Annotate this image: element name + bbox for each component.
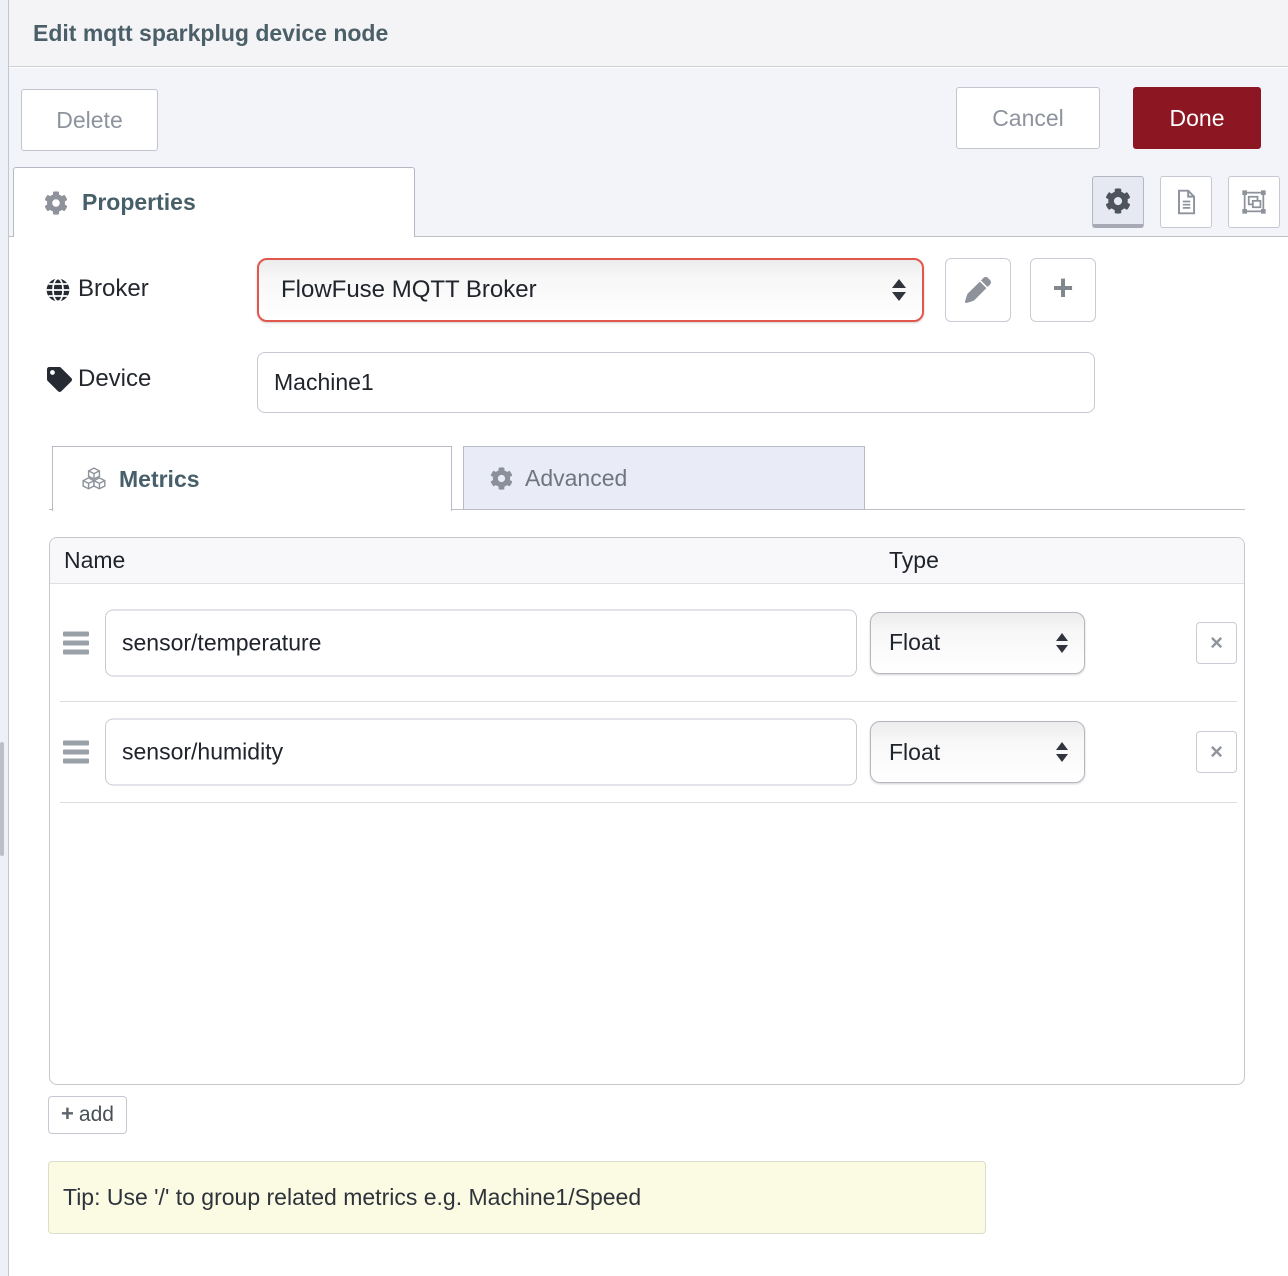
scrollbar-thumb[interactable] xyxy=(0,742,4,856)
tag-icon xyxy=(47,367,72,392)
chevron-updown-icon xyxy=(892,279,906,301)
add-metric-label: add xyxy=(79,1103,114,1127)
metrics-list-header: Name Type xyxy=(50,538,1244,584)
tab-metrics-label: Metrics xyxy=(119,466,200,493)
appearance-view-button[interactable] xyxy=(1228,176,1280,228)
delete-button[interactable]: Delete xyxy=(21,89,158,151)
dialog-body: Broker FlowFuse MQTT Broker + Device xyxy=(9,237,1288,1276)
broker-select-value: FlowFuse MQTT Broker xyxy=(281,276,892,304)
close-icon: × xyxy=(1210,739,1223,765)
description-view-button[interactable] xyxy=(1160,176,1212,228)
device-label: Device xyxy=(78,365,151,393)
broker-select[interactable]: FlowFuse MQTT Broker xyxy=(257,258,924,322)
tab-metrics[interactable]: Metrics xyxy=(52,446,452,511)
metric-type-value: Float xyxy=(889,739,1056,766)
done-button[interactable]: Done xyxy=(1133,87,1261,149)
close-icon: × xyxy=(1210,630,1223,656)
dialog-header: Edit mqtt sparkplug device node xyxy=(9,0,1288,67)
tab-advanced[interactable]: Advanced xyxy=(463,446,865,510)
tip-text: Tip: Use '/' to group related metrics e.… xyxy=(63,1184,641,1211)
metric-type-select[interactable]: Float xyxy=(870,612,1085,674)
tab-advanced-label: Advanced xyxy=(525,465,627,492)
metric-row: Float × xyxy=(60,584,1237,702)
metric-row: Float × xyxy=(60,702,1237,803)
gear-icon xyxy=(1105,188,1131,214)
column-header-type: Type xyxy=(889,538,939,582)
metrics-list: Name Type Float × Float × xyxy=(49,537,1245,1085)
remove-metric-button[interactable]: × xyxy=(1196,731,1237,773)
metrics-tabbar: Metrics Advanced xyxy=(49,446,1245,510)
metrics-rows: Float × Float × xyxy=(50,584,1244,803)
plus-icon: + xyxy=(1052,270,1073,306)
done-button-label: Done xyxy=(1170,105,1225,132)
chevron-updown-icon xyxy=(1056,633,1068,653)
column-header-name: Name xyxy=(64,538,125,582)
properties-view-button[interactable] xyxy=(1092,176,1144,228)
tab-properties-label: Properties xyxy=(82,189,196,216)
tip-box: Tip: Use '/' to group related metrics e.… xyxy=(48,1161,986,1234)
globe-icon xyxy=(45,277,71,303)
appearance-icon xyxy=(1240,188,1268,216)
gear-icon xyxy=(490,467,513,490)
remove-metric-button[interactable]: × xyxy=(1196,622,1237,664)
cubes-icon xyxy=(81,467,107,491)
broker-label: Broker xyxy=(78,275,149,303)
add-metric-button[interactable]: + add xyxy=(48,1096,127,1134)
cancel-button[interactable]: Cancel xyxy=(956,87,1100,149)
dialog-title: Edit mqtt sparkplug device node xyxy=(33,0,388,66)
delete-button-label: Delete xyxy=(56,107,122,134)
edit-broker-button[interactable] xyxy=(945,258,1011,322)
add-broker-button[interactable]: + xyxy=(1030,258,1096,322)
edit-node-dialog: Edit mqtt sparkplug device node Delete C… xyxy=(0,0,1288,1276)
chevron-updown-icon xyxy=(1056,742,1068,762)
file-icon xyxy=(1173,188,1199,216)
dialog-toolbar: Delete Cancel Done Properties xyxy=(9,68,1288,237)
metric-type-select[interactable]: Float xyxy=(870,721,1085,783)
cancel-button-label: Cancel xyxy=(992,105,1064,132)
gear-icon xyxy=(44,191,68,215)
device-input[interactable] xyxy=(257,352,1095,413)
pencil-icon xyxy=(965,277,991,303)
metric-name-input[interactable] xyxy=(105,609,857,676)
metric-name-input[interactable] xyxy=(105,719,857,786)
drag-handle-icon[interactable] xyxy=(63,627,89,658)
workspace-edge xyxy=(0,0,9,1276)
tab-properties[interactable]: Properties xyxy=(13,167,415,237)
plus-icon: + xyxy=(61,1103,74,1125)
drag-handle-icon[interactable] xyxy=(63,737,89,768)
metric-type-value: Float xyxy=(889,629,1056,656)
